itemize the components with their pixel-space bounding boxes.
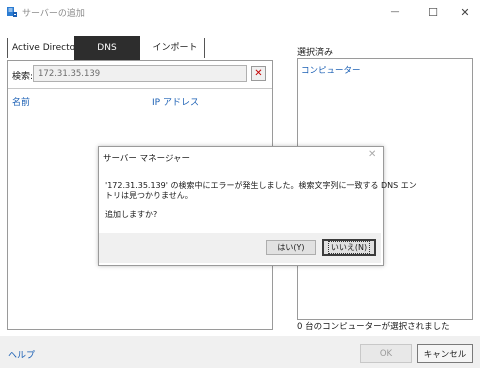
- minimize-button[interactable]: —: [380, 0, 410, 24]
- tab-dns-label: DNS: [97, 43, 117, 53]
- ok-button[interactable]: OK: [360, 344, 412, 363]
- cancel-button-label: キャンセル: [423, 349, 467, 360]
- tab-active-directory[interactable]: Active Directory: [7, 38, 84, 58]
- selected-label: 選択済み: [297, 48, 334, 58]
- dialog-close-icon: ✕: [368, 149, 377, 160]
- yes-button-label: はい(Y): [277, 243, 305, 252]
- maximize-button[interactable]: ☐: [418, 0, 448, 24]
- help-link[interactable]: ヘルプ: [8, 348, 35, 361]
- close-icon: ✕: [460, 5, 470, 19]
- dialog-title: サーバー マネージャー: [103, 154, 191, 164]
- search-label: 検索:: [12, 72, 34, 82]
- ok-button-label: OK: [379, 348, 393, 359]
- no-button-label: いいえ(N): [327, 241, 371, 254]
- yes-button[interactable]: はい(Y): [266, 240, 316, 255]
- minimize-icon: —: [390, 7, 400, 17]
- maximize-icon: ☐: [428, 5, 438, 19]
- tab-dns[interactable]: DNS: [74, 36, 140, 60]
- dialog-close-button[interactable]: ✕: [368, 149, 376, 160]
- cancel-button[interactable]: キャンセル: [417, 344, 473, 363]
- dialog-message-line-2: トリは見つかりません。: [105, 191, 193, 200]
- dialog-message-line-1: '172.31.35.139' の検索中にエラーが発生しました。検索文字列に一致…: [105, 181, 417, 190]
- column-header-computer[interactable]: コンピューター: [301, 64, 361, 76]
- selected-count-status: 0 台のコンピューターが選択されました: [297, 322, 450, 332]
- server-manager-app-icon: [6, 6, 18, 18]
- search-input[interactable]: [33, 65, 247, 82]
- clear-search-button[interactable]: ✕: [251, 66, 266, 81]
- tab-import[interactable]: インポート: [146, 38, 205, 58]
- results-divider: [8, 88, 272, 89]
- clear-icon: ✕: [254, 68, 263, 79]
- close-button[interactable]: ✕: [450, 0, 480, 24]
- no-button[interactable]: いいえ(N): [322, 239, 376, 256]
- column-header-name[interactable]: 名前: [12, 95, 30, 108]
- dialog-message: '172.31.35.139' の検索中にエラーが発生しました。検索文字列に一致…: [105, 181, 417, 201]
- dialog-question: 追加しますか?: [105, 210, 158, 219]
- column-header-ip-address[interactable]: IP アドレス: [152, 95, 199, 108]
- window-title: サーバーの追加: [22, 9, 85, 19]
